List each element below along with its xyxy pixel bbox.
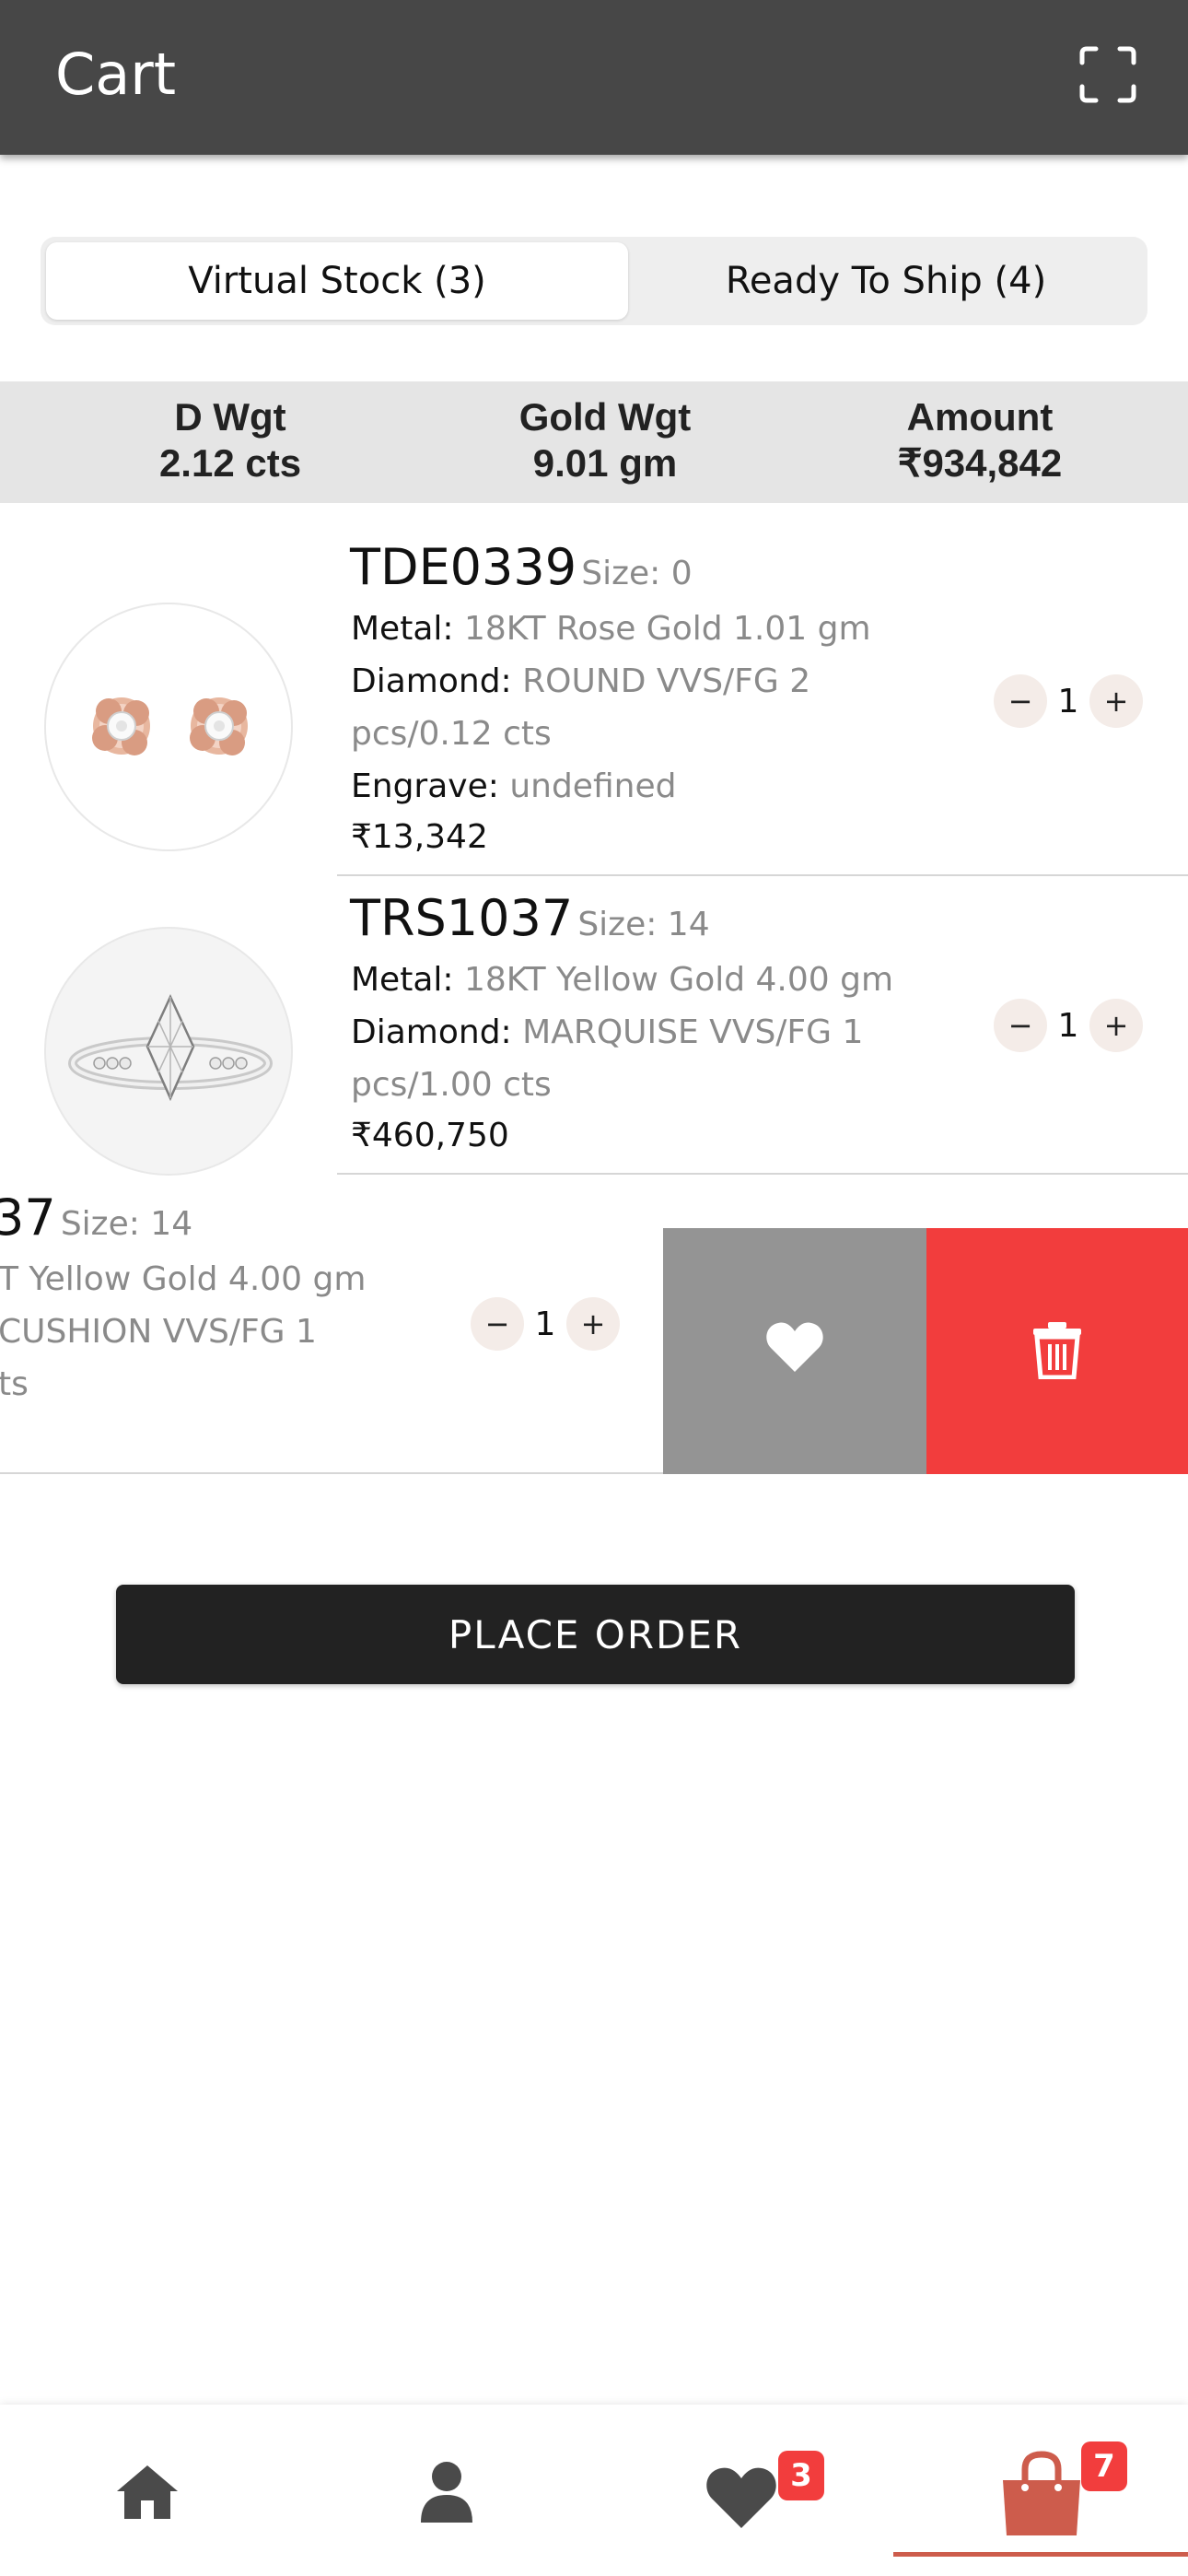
item-title-row: TRS1037 Size: 14 [350, 889, 710, 947]
item-title-row: TDE0339 Size: 0 [350, 538, 693, 596]
quantity-value: 1 [1057, 1006, 1079, 1045]
cart-badge: 7 [1081, 2441, 1127, 2491]
trash-icon [1033, 1322, 1081, 1379]
decrement-button[interactable]: − [994, 999, 1047, 1052]
item-title-row: 37 Size: 14 [0, 1188, 192, 1247]
fullscreen-scan-icon[interactable] [1079, 46, 1136, 103]
item-metal: Metal: 18KT Yellow Gold 4.00 gm [351, 954, 893, 1006]
profile-icon [421, 2462, 472, 2523]
item-price: ₹460,750 [351, 1117, 509, 1154]
summary-value: 9.01 gm [532, 441, 678, 485]
home-icon [117, 2465, 178, 2519]
cart-summary: D Wgt 2.12 cts Gold Wgt 9.01 gm Amount ₹… [0, 381, 1188, 503]
summary-value: 2.12 cts [158, 441, 302, 485]
item-size: Size: 0 [581, 555, 693, 592]
summary-diamond-weight: D Wgt 2.12 cts [46, 394, 414, 486]
item-metal-value: 18KT Rose Gold 1.01 gm [463, 610, 871, 648]
quantity-stepper: − 1 + [994, 998, 1143, 1053]
item-metal-key: Metal: [351, 961, 454, 999]
divider [0, 1472, 663, 1474]
item-diamond-cont: pcs/1.00 cts [351, 1066, 552, 1104]
move-to-wishlist-button[interactable] [663, 1228, 926, 1474]
product-image[interactable] [44, 603, 293, 851]
quantity-stepper: − 1 + [994, 673, 1143, 729]
item-metal-key: Metal: [351, 610, 454, 648]
item-metal: T Yellow Gold 4.00 gm [0, 1260, 367, 1298]
ring-image [68, 994, 273, 1102]
earring-image [92, 697, 248, 755]
item-diamond-key: Diamond: [351, 662, 512, 700]
item-metal: Metal: 18KT Rose Gold 1.01 gm [351, 603, 871, 655]
item-engrave-key: Engrave: [351, 767, 499, 805]
product-image[interactable] [44, 927, 293, 1176]
segmented-tabs: Virtual Stock (3) Ready To Ship (4) [41, 237, 1147, 325]
item-diamond-cont: pcs/0.12 cts [351, 715, 552, 753]
heart-icon [766, 1322, 823, 1372]
item-diamond-value: ROUND VVS/FG 2 [522, 662, 811, 700]
summary-gold-weight: Gold Wgt 9.01 gm [421, 394, 789, 486]
nav-home[interactable] [111, 2405, 184, 2576]
nav-profile[interactable] [414, 2405, 479, 2576]
item-diamond-key: Diamond: [351, 1013, 512, 1051]
summary-label: Gold Wgt [518, 395, 692, 439]
increment-button[interactable]: + [1089, 674, 1143, 728]
quantity-stepper: − 1 + [471, 1296, 620, 1352]
item-price: ₹13,342 [351, 818, 488, 856]
quantity-value: 1 [534, 1305, 556, 1343]
quantity-value: 1 [1057, 682, 1079, 720]
decrement-button[interactable]: − [994, 674, 1047, 728]
item-diamond: Diamond: MARQUISE VVS/FG 1 [351, 1006, 863, 1059]
divider [337, 1173, 1188, 1175]
cart-bag-icon [1003, 2451, 1080, 2535]
increment-button[interactable]: + [1089, 999, 1143, 1052]
item-diamond: CUSHION VVS/FG 1 [0, 1313, 317, 1351]
item-engrave-value: undefined [509, 767, 677, 805]
nav-cart[interactable]: 7 [995, 2405, 1142, 2576]
wishlist-icon [706, 2467, 776, 2528]
page-title: Cart [55, 41, 177, 108]
decrement-button[interactable]: − [471, 1297, 524, 1351]
item-sku: TRS1037 [350, 889, 574, 947]
bottom-navigation: 3 7 [0, 2405, 1188, 2576]
summary-label: Amount [906, 395, 1054, 439]
tab-ready-to-ship[interactable]: Ready To Ship (4) [630, 242, 1142, 320]
item-sku: TDE0339 [350, 538, 577, 596]
summary-amount: Amount ₹934,842 [796, 394, 1164, 486]
summary-label: D Wgt [174, 395, 286, 439]
item-metal-value: 18KT Yellow Gold 4.00 gm [463, 961, 894, 999]
place-order-button[interactable]: PLACE ORDER [116, 1585, 1075, 1684]
item-size: Size: 14 [577, 906, 710, 943]
item-diamond-value: MARQUISE VVS/FG 1 [522, 1013, 864, 1051]
delete-item-button[interactable] [926, 1228, 1188, 1474]
item-diamond: Diamond: ROUND VVS/FG 2 [351, 655, 810, 708]
active-tab-indicator [893, 2552, 1188, 2557]
wishlist-badge: 3 [778, 2451, 824, 2500]
item-engrave: Engrave: undefined [351, 760, 676, 813]
item-size: Size: 14 [60, 1205, 193, 1243]
tab-virtual-stock[interactable]: Virtual Stock (3) [46, 242, 628, 320]
summary-value: ₹934,842 [897, 441, 1063, 485]
item-sku: 37 [0, 1188, 56, 1247]
divider [337, 874, 1188, 876]
increment-button[interactable]: + [566, 1297, 620, 1351]
nav-wishlist[interactable]: 3 [700, 2405, 829, 2576]
app-header: Cart [0, 0, 1188, 155]
item-diamond-cont: ts [0, 1365, 29, 1403]
